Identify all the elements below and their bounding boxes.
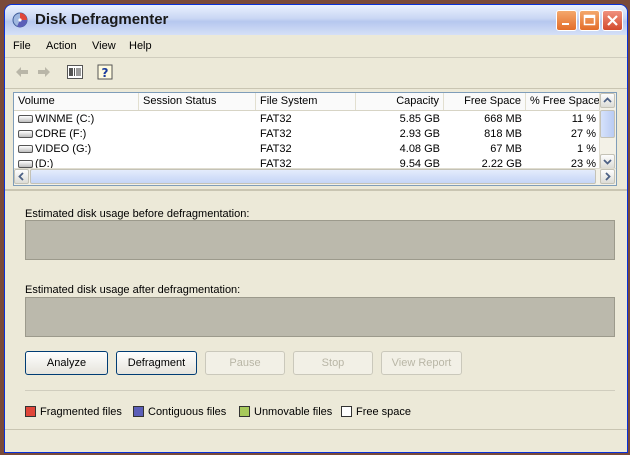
status-bar bbox=[5, 429, 627, 452]
legend-free-space: Free space bbox=[341, 405, 411, 419]
legend-divider bbox=[25, 390, 615, 391]
toolbar: ? bbox=[5, 58, 627, 89]
legend-contiguous: Contiguous files bbox=[133, 405, 226, 419]
before-defrag-display bbox=[25, 220, 615, 260]
column-header-file-system[interactable]: File System bbox=[256, 93, 356, 110]
pause-button[interactable]: Pause bbox=[205, 351, 285, 375]
legend-label: Contiguous files bbox=[148, 406, 227, 418]
contiguous-swatch bbox=[133, 406, 144, 417]
maximize-button[interactable] bbox=[579, 10, 600, 31]
close-button[interactable] bbox=[602, 10, 623, 31]
title-bar[interactable]: Disk Defragmenter bbox=[5, 5, 627, 35]
percent-free-cell: 1 % bbox=[577, 143, 596, 155]
percent-free-cell: 27 % bbox=[570, 128, 596, 140]
column-header-free-space[interactable]: Free Space bbox=[444, 93, 526, 110]
legend-fragmented: Fragmented files bbox=[25, 405, 122, 419]
hard-drive-icon bbox=[18, 130, 33, 138]
horizontal-scroll-thumb[interactable] bbox=[30, 169, 596, 184]
horizontal-scrollbar[interactable] bbox=[14, 168, 616, 185]
back-arrow-icon[interactable] bbox=[15, 65, 29, 82]
forward-arrow-icon[interactable] bbox=[37, 65, 51, 82]
scroll-up-button[interactable] bbox=[600, 93, 615, 108]
hard-drive-icon bbox=[18, 145, 33, 153]
menu-view[interactable]: View bbox=[92, 40, 116, 52]
stop-button[interactable]: Stop bbox=[293, 351, 373, 375]
after-defrag-display bbox=[25, 297, 615, 337]
volume-row[interactable]: WINME (C:) FAT32 5.85 GB 668 MB 11 % bbox=[14, 112, 600, 127]
before-defrag-label: Estimated disk usage before defragmentat… bbox=[25, 208, 250, 220]
defragment-button[interactable]: Defragment bbox=[116, 351, 197, 375]
volume-name: VIDEO (G:) bbox=[35, 143, 92, 155]
vertical-scroll-thumb[interactable] bbox=[600, 110, 615, 138]
unmovable-swatch bbox=[239, 406, 250, 417]
disk-defragmenter-icon bbox=[11, 11, 29, 29]
minimize-button[interactable] bbox=[556, 10, 577, 31]
volume-name: WINME (C:) bbox=[35, 113, 95, 125]
legend-label: Unmovable files bbox=[254, 406, 333, 418]
legend-label: Fragmented files bbox=[40, 406, 122, 418]
scroll-right-button[interactable] bbox=[600, 169, 615, 184]
volume-name: CDRE (F:) bbox=[35, 128, 87, 140]
volume-cell: VIDEO (G:) bbox=[14, 142, 139, 157]
volume-list-header: Volume Session Status File System Capaci… bbox=[14, 93, 600, 111]
analyze-button[interactable]: Analyze bbox=[25, 351, 108, 375]
svg-text:?: ? bbox=[102, 66, 109, 80]
legend-label: Free space bbox=[356, 406, 412, 418]
free-space-swatch bbox=[341, 406, 352, 417]
window-title: Disk Defragmenter bbox=[35, 11, 169, 28]
column-header-capacity[interactable]: Capacity bbox=[356, 93, 444, 110]
scroll-left-button[interactable] bbox=[14, 169, 29, 184]
column-header-percent-free-space[interactable]: % Free Space bbox=[526, 93, 600, 110]
disk-defragmenter-window: Disk Defragmenter File Action View Help … bbox=[4, 4, 628, 453]
file-system-cell: FAT32 bbox=[260, 128, 292, 140]
menu-help[interactable]: Help bbox=[129, 40, 152, 52]
volume-row[interactable]: VIDEO (G:) FAT32 4.08 GB 67 MB 1 % bbox=[14, 142, 600, 157]
free-space-cell: 67 MB bbox=[490, 143, 522, 155]
after-defrag-label: Estimated disk usage after defragmentati… bbox=[25, 284, 241, 296]
view-report-button[interactable]: View Report bbox=[381, 351, 462, 375]
free-space-cell: 818 MB bbox=[484, 128, 522, 140]
free-space-cell: 668 MB bbox=[484, 113, 522, 125]
capacity-cell: 2.93 GB bbox=[399, 128, 440, 140]
menu-bar: File Action View Help bbox=[5, 35, 627, 58]
column-header-session-status[interactable]: Session Status bbox=[139, 93, 256, 110]
menu-file[interactable]: File bbox=[13, 40, 31, 52]
legend-unmovable: Unmovable files bbox=[239, 405, 332, 419]
hard-drive-icon bbox=[18, 115, 33, 123]
show-hide-console-tree-icon[interactable] bbox=[67, 65, 83, 82]
volume-cell: CDRE (F:) bbox=[14, 127, 139, 142]
column-header-volume[interactable]: Volume bbox=[14, 93, 139, 110]
help-icon[interactable]: ? bbox=[97, 63, 115, 84]
percent-free-cell: 11 % bbox=[571, 113, 596, 125]
hard-drive-icon bbox=[18, 160, 33, 168]
volume-row[interactable]: CDRE (F:) FAT32 2.93 GB 818 MB 27 % bbox=[14, 127, 600, 142]
volume-list[interactable]: Volume Session Status File System Capaci… bbox=[13, 92, 617, 186]
volume-cell: WINME (C:) bbox=[14, 112, 139, 127]
file-system-cell: FAT32 bbox=[260, 143, 292, 155]
file-system-cell: FAT32 bbox=[260, 113, 292, 125]
menu-action[interactable]: Action bbox=[46, 40, 77, 52]
capacity-cell: 4.08 GB bbox=[399, 143, 440, 155]
splitter[interactable] bbox=[5, 189, 627, 191]
scroll-down-button[interactable] bbox=[600, 154, 615, 169]
capacity-cell: 5.85 GB bbox=[399, 113, 440, 125]
fragmented-swatch bbox=[25, 406, 36, 417]
vertical-scrollbar[interactable] bbox=[599, 93, 616, 169]
